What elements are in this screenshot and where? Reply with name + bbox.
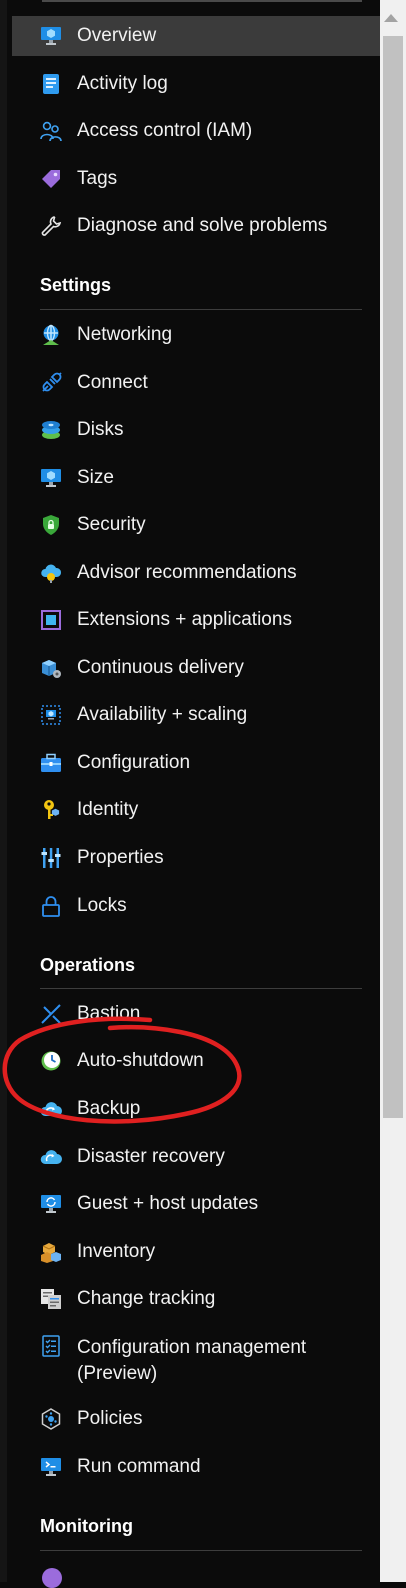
updates-icon (40, 1193, 62, 1215)
menu-item-label: Locks (77, 895, 127, 916)
menu-item-guest-host-updates[interactable]: Guest + host updates (12, 1184, 380, 1224)
menu-item-size[interactable]: Size (12, 458, 380, 498)
section-divider (40, 1550, 362, 1551)
clock-icon (40, 1050, 62, 1072)
tag-icon (40, 168, 62, 190)
continuous-delivery-icon (40, 657, 62, 679)
menu-item-overview[interactable]: Overview (12, 16, 380, 56)
menu-item-identity[interactable]: Identity (12, 790, 380, 830)
section-title-operations: Operations (40, 955, 136, 975)
menu-item-policies[interactable]: Policies (12, 1399, 380, 1439)
documents-icon (40, 1288, 62, 1310)
disks-icon (40, 419, 62, 441)
menu-item-label: Advisor recommendations (77, 562, 297, 583)
section-divider (40, 988, 362, 989)
menu-item-disks[interactable]: Disks (12, 410, 380, 450)
lock-icon (40, 895, 62, 917)
boxes-icon (40, 1241, 62, 1263)
menu-item-advisor[interactable]: Advisor recommendations (12, 553, 380, 593)
key-icon (40, 799, 62, 821)
menu-item-label: Backup (77, 1098, 141, 1119)
activity-log-icon (40, 73, 62, 95)
plug-icon (40, 372, 62, 394)
menu-item-auto-shutdown[interactable]: Auto-shutdown (12, 1041, 380, 1081)
advisor-cloud-icon (40, 562, 62, 584)
vm-monitor-icon (40, 25, 62, 47)
menu-item-extensions[interactable]: Extensions + applications (12, 600, 380, 640)
checklist-icon (40, 1335, 62, 1357)
section-title-settings: Settings (40, 275, 112, 295)
sliders-icon (40, 847, 62, 869)
menu-item-activity-log[interactable]: Activity log (12, 64, 380, 104)
menu-item-configuration[interactable]: Configuration (12, 743, 380, 783)
menu-item-label: Policies (77, 1408, 143, 1429)
menu-item-change-tracking[interactable]: Change tracking (12, 1279, 380, 1319)
menu-item-label: Networking (77, 324, 173, 345)
menu-item-label: Diagnose and solve problems (77, 215, 328, 236)
menu-item-label: Overview (77, 25, 157, 46)
disaster-recovery-icon (40, 1146, 62, 1168)
networking-icon (40, 324, 62, 346)
menu-item-continuous-delivery[interactable]: Continuous delivery (12, 648, 380, 688)
menu-item-label: Size (77, 467, 114, 488)
briefcase-icon (40, 752, 62, 774)
menu-item-label: Properties (77, 847, 164, 868)
menu-item-label: Disks (77, 419, 124, 440)
scrollbar-thumb[interactable] (383, 36, 403, 1118)
section-title-monitoring: Monitoring (40, 1516, 133, 1536)
menu-item-label: Tags (77, 168, 118, 189)
menu-item-label: Configuration (77, 752, 191, 773)
menu-item-label: Configuration management (Preview) (77, 1337, 307, 1384)
menu-item-tags[interactable]: Tags (12, 159, 380, 199)
menu-item-locks[interactable]: Locks (12, 886, 380, 926)
window-left-edge (0, 0, 7, 1582)
menu-item-label: Access control (IAM) (77, 120, 253, 141)
menu-item-label: Extensions + applications (77, 609, 292, 630)
menu-item-properties[interactable]: Properties (12, 838, 380, 878)
menu-item-label: Guest + host updates (77, 1193, 259, 1214)
monitoring-item-icon (42, 1568, 62, 1588)
search-box-bottom-edge (42, 0, 362, 2)
bastion-icon (40, 1003, 62, 1025)
backup-cloud-icon (40, 1098, 62, 1120)
menu-item-run-command[interactable]: Run command (12, 1447, 380, 1487)
menu-item-networking[interactable]: Networking (12, 315, 380, 355)
menu-item-label: Run command (77, 1456, 201, 1477)
resource-menu: Overview Activity log Access control (IA… (12, 0, 380, 1588)
menu-item-security[interactable]: Security (12, 505, 380, 545)
menu-item-configuration-management[interactable]: Configuration management (Preview) (12, 1327, 380, 1387)
menu-item-label: Connect (77, 372, 148, 393)
people-icon (40, 120, 62, 142)
menu-item-label: Availability + scaling (77, 704, 248, 725)
menu-item-availability[interactable]: Availability + scaling (12, 695, 380, 735)
policy-icon (40, 1408, 62, 1430)
menu-item-label: Continuous delivery (77, 657, 244, 678)
vm-monitor-icon (40, 467, 62, 489)
menu-item-label: Bastion (77, 1003, 141, 1024)
menu-item-label: Activity log (77, 73, 168, 94)
run-command-icon (40, 1456, 62, 1478)
menu-item-bastion[interactable]: Bastion (12, 994, 380, 1034)
menu-item-inventory[interactable]: Inventory (12, 1232, 380, 1272)
menu-item-label: Identity (77, 799, 139, 820)
menu-item-backup[interactable]: Backup (12, 1089, 380, 1129)
menu-item-label: Auto-shutdown (77, 1050, 204, 1071)
menu-item-label: Security (77, 514, 146, 535)
wrench-icon (40, 215, 62, 237)
menu-item-label: Disaster recovery (77, 1146, 225, 1167)
extensions-icon (40, 609, 62, 631)
scroll-up-arrow-icon[interactable] (384, 14, 398, 22)
menu-item-diagnose[interactable]: Diagnose and solve problems (12, 206, 380, 246)
menu-item-label: Change tracking (77, 1288, 216, 1309)
shield-icon (40, 514, 62, 536)
menu-item-label: Inventory (77, 1241, 156, 1262)
menu-item-connect[interactable]: Connect (12, 363, 380, 403)
section-divider (40, 309, 362, 310)
menu-item-disaster-recovery[interactable]: Disaster recovery (12, 1137, 380, 1177)
availability-icon (40, 704, 62, 726)
menu-item-access-control[interactable]: Access control (IAM) (12, 111, 380, 151)
